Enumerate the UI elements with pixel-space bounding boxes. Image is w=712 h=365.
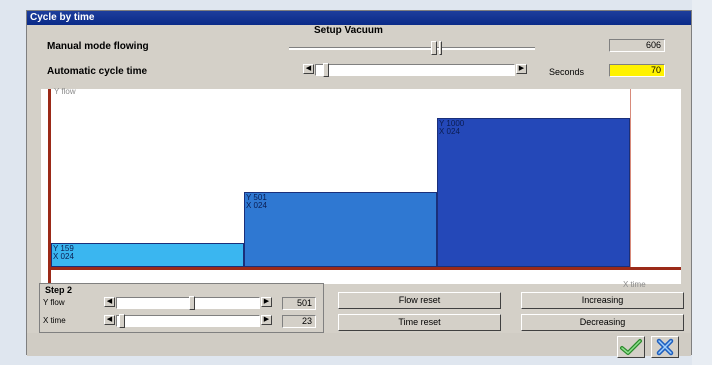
- checkmark-icon: [620, 339, 642, 355]
- y-axis: [48, 89, 51, 284]
- y-flow-right-button[interactable]: ▶: [261, 297, 272, 307]
- manual-mode-label: Manual mode flowing: [47, 41, 149, 52]
- increasing-button[interactable]: Increasing: [521, 292, 684, 309]
- chart-bar: [437, 118, 630, 267]
- flow-reset-button[interactable]: Flow reset: [338, 292, 501, 309]
- automatic-cycle-label: Automatic cycle time: [47, 66, 148, 77]
- auto-scroll-right-button[interactable]: ▶: [516, 64, 527, 74]
- auto-cycle-track[interactable]: [315, 64, 515, 76]
- y-axis-label: Y flow: [54, 87, 76, 96]
- window-title: Cycle by time: [27, 11, 691, 25]
- step-title: Step 2: [45, 285, 73, 295]
- manual-mode-slider[interactable]: [289, 47, 535, 50]
- auto-scroll-left-button[interactable]: ◀: [303, 64, 314, 74]
- cancel-button[interactable]: [651, 336, 679, 358]
- close-icon: [656, 338, 674, 356]
- bar-time-label: X 024: [53, 252, 74, 262]
- y-flow-thumb[interactable]: [189, 296, 195, 310]
- bar-time-label: X 024: [246, 201, 267, 211]
- seconds-label: Seconds: [549, 67, 585, 77]
- bar-time-label: X 024: [439, 127, 460, 136]
- x-axis-label: X time: [623, 280, 646, 289]
- backdrop: [692, 0, 712, 365]
- x-end-marker: [630, 89, 631, 267]
- y-flow-label: Y flow: [43, 298, 65, 307]
- seconds-value: 70: [609, 64, 665, 77]
- x-time-left-button[interactable]: ◀: [104, 315, 115, 325]
- x-time-label: X time: [43, 316, 66, 325]
- y-flow-left-button[interactable]: ◀: [104, 297, 115, 307]
- time-reset-button[interactable]: Time reset: [338, 314, 501, 331]
- chart-bar: [244, 192, 437, 267]
- y-flow-value: 501: [282, 297, 316, 310]
- bottom-strip: [27, 333, 691, 356]
- x-time-track[interactable]: [116, 315, 260, 327]
- x-time-value: 23: [282, 315, 316, 328]
- x-time-right-button[interactable]: ▶: [261, 315, 272, 325]
- auto-cycle-thumb[interactable]: [323, 63, 329, 77]
- manual-mode-slider-marker: [439, 41, 442, 55]
- x-time-thumb[interactable]: [119, 314, 125, 328]
- x-axis: [48, 267, 681, 270]
- cycle-by-time-dialog: Cycle by time Setup Vacuum Manual mode f…: [26, 10, 692, 358]
- manual-mode-slider-thumb[interactable]: [431, 41, 437, 55]
- setup-vacuum-title: Setup Vacuum: [314, 25, 383, 36]
- y-flow-track[interactable]: [116, 297, 260, 309]
- chart-bar: [51, 243, 244, 267]
- ok-button[interactable]: [617, 336, 645, 358]
- manual-mode-value: 606: [609, 39, 665, 52]
- decreasing-button[interactable]: Decreasing: [521, 314, 684, 331]
